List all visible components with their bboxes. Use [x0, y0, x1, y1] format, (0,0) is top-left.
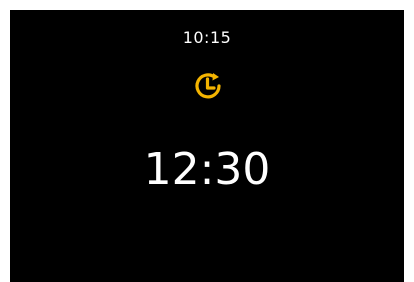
timer-time: 12:30: [143, 144, 271, 195]
display-screen: 10:15 12:30: [10, 10, 404, 282]
clock-refresh-icon: [190, 68, 226, 104]
device-frame: 10:15 12:30: [0, 0, 414, 282]
status-time: 10:15: [182, 28, 232, 47]
